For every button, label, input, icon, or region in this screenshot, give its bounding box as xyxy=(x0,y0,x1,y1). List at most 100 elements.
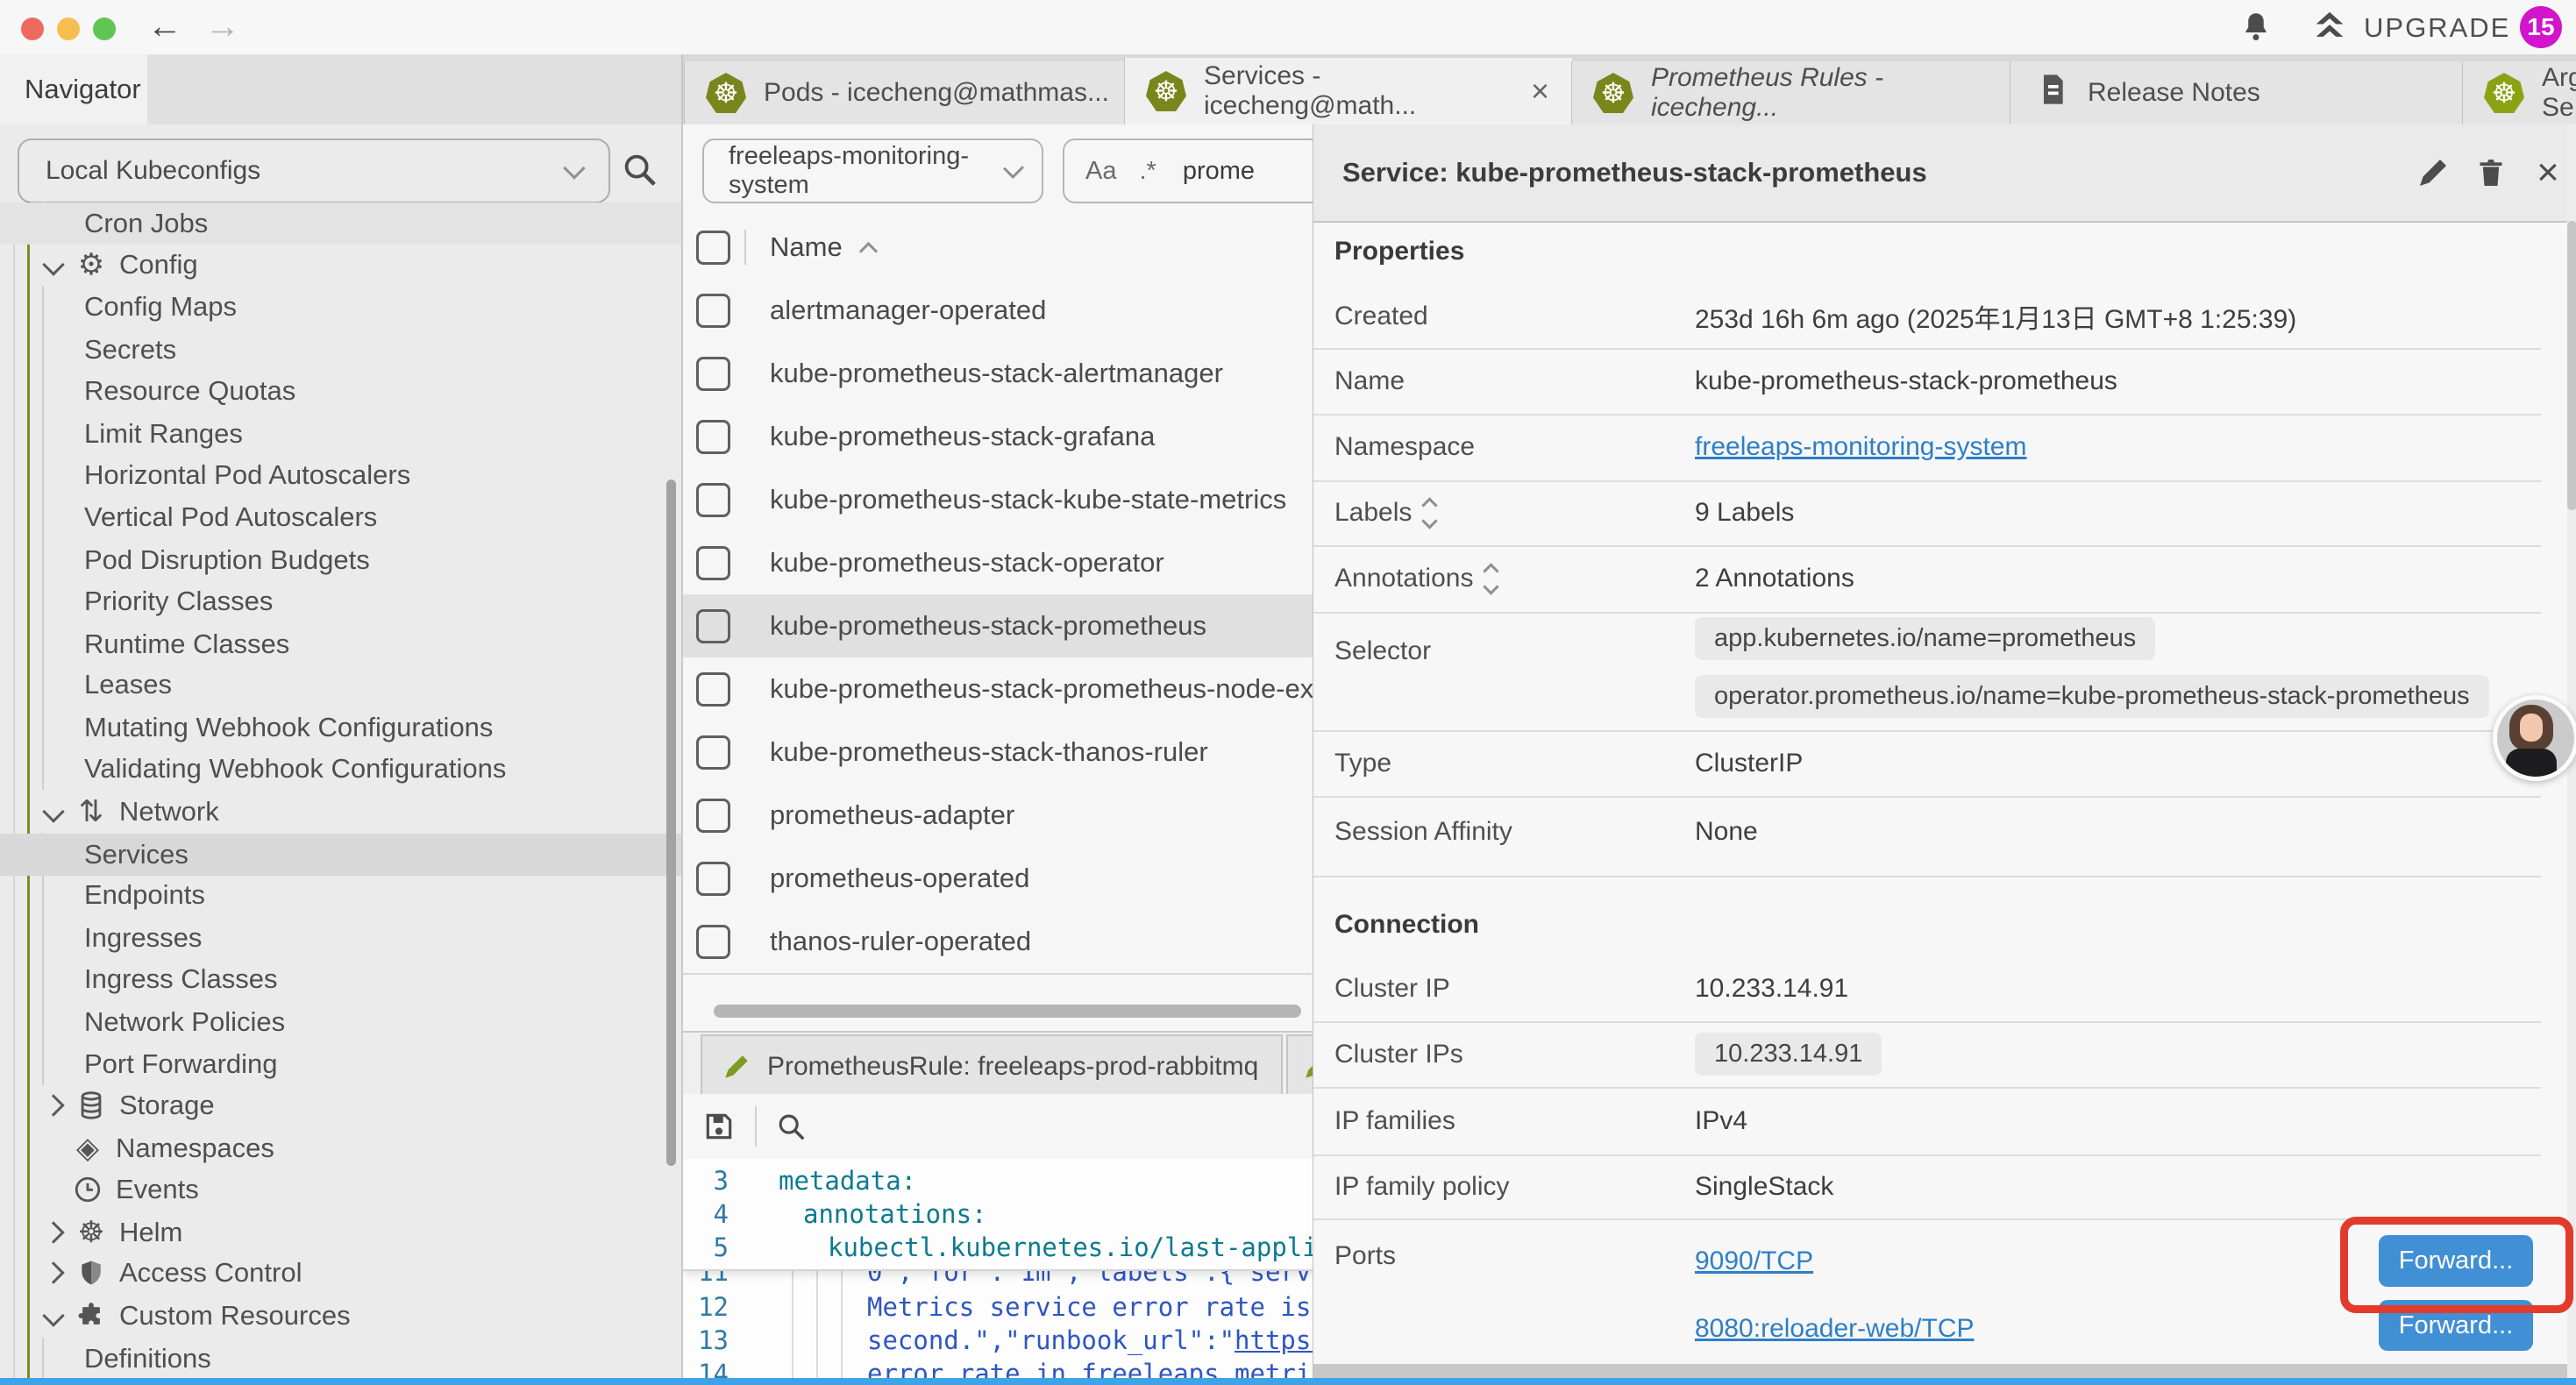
table-row[interactable]: prometheus-adapter xyxy=(683,784,1313,849)
horizontal-scrollbar[interactable] xyxy=(714,1005,1301,1018)
row-checkbox[interactable] xyxy=(696,357,730,391)
back-button[interactable]: ← xyxy=(147,5,182,47)
table-row[interactable]: thanos-ruler-operated xyxy=(683,910,1313,975)
row-checkbox[interactable] xyxy=(696,609,730,643)
name-column-header[interactable]: Name xyxy=(770,231,843,263)
select-all-checkbox[interactable] xyxy=(696,231,730,265)
sidebar-item-limit-ranges[interactable]: Limit Ranges xyxy=(0,413,683,455)
yaml-editor[interactable]: 11 0","for":"1m","labels":{"service":" 3… xyxy=(683,1159,1313,1385)
table-row[interactable]: alertmanager-operated xyxy=(683,279,1313,344)
sidebar-group-custom-resources[interactable]: Custom Resources xyxy=(0,1295,681,1337)
expand-collapse-icon[interactable] xyxy=(1485,565,1497,593)
close-tab-icon[interactable]: × xyxy=(1531,73,1549,110)
search-icon[interactable] xyxy=(774,1110,808,1147)
tab-prometheusrule-editor[interactable]: PrometheusRule: freeleaps-prod-rabbitmq xyxy=(701,1034,1283,1097)
url-link[interactable]: https://net xyxy=(1235,1325,1313,1355)
sidebar-item-mutating-webhook-configurations[interactable]: Mutating Webhook Configurations xyxy=(0,707,683,749)
row-checkbox[interactable] xyxy=(696,546,730,580)
search-query: prome xyxy=(1183,157,1255,186)
sidebar-item-events[interactable]: Events xyxy=(0,1168,683,1211)
edit-pencil-icon[interactable] xyxy=(2411,151,2455,195)
tab-argo[interactable]: ☸ Argo Se xyxy=(2462,61,2576,124)
kubeconfig-selector[interactable]: Local Kubeconfigs xyxy=(18,138,610,203)
forward-button[interactable]: → xyxy=(205,5,240,47)
sidebar-group-storage[interactable]: Storage xyxy=(0,1084,681,1126)
sidebar-group-config[interactable]: ⚙ Config xyxy=(0,244,681,286)
sidebar-item-network-policies[interactable]: Network Policies xyxy=(0,1001,683,1043)
row-checkbox[interactable] xyxy=(696,925,730,959)
row-checkbox[interactable] xyxy=(696,735,730,770)
sidebar-item-leases[interactable]: Leases xyxy=(0,664,683,706)
avatar[interactable] xyxy=(2493,695,2576,781)
port-link-9090[interactable]: 9090/TCP xyxy=(1695,1246,1813,1276)
close-drawer-icon[interactable]: × xyxy=(2526,151,2570,195)
property-row-namespace: Namespace freeleaps-monitoring-system xyxy=(1313,414,2541,482)
sidebar-item-config-maps[interactable]: Config Maps xyxy=(0,286,683,328)
editor-toolbar xyxy=(683,1094,1313,1161)
sidebar-item-ingresses[interactable]: Ingresses xyxy=(0,917,683,959)
sidebar-item-ingress-classes[interactable]: Ingress Classes xyxy=(0,958,683,1000)
connection-heading: Connection xyxy=(1334,910,1479,940)
table-row[interactable]: kube-prometheus-stack-kube-state-metrics xyxy=(683,468,1313,533)
drawer-scrollbar[interactable] xyxy=(2567,221,2576,510)
tab-services[interactable]: ☸ Services - icecheng@math... × xyxy=(1124,58,1572,124)
sidebar-item-cron-jobs[interactable]: Cron Jobs xyxy=(0,202,683,245)
sort-ascending-icon[interactable] xyxy=(859,241,878,259)
sidebar-group-helm[interactable]: ☸ Helm xyxy=(0,1211,681,1254)
sidebar-item-services[interactable]: Services xyxy=(0,834,683,876)
sidebar-item-vertical-pod-autoscalers[interactable]: Vertical Pod Autoscalers xyxy=(0,496,683,538)
sidebar-item-pod-disruption-budgets[interactable]: Pod Disruption Budgets xyxy=(0,539,683,581)
row-checkbox[interactable] xyxy=(696,799,730,833)
table-row[interactable]: prometheus-operated xyxy=(683,847,1313,912)
minimize-window-button[interactable] xyxy=(57,18,80,40)
namespace-link[interactable]: freeleaps-monitoring-system xyxy=(1695,432,2026,461)
sidebar-item-runtime-classes[interactable]: Runtime Classes xyxy=(0,623,683,665)
sidebar-item-namespaces[interactable]: ◈ Namespaces xyxy=(0,1127,683,1169)
search-filter-input[interactable]: Aa .* prome xyxy=(1063,138,1313,203)
storage-cylinder-icon xyxy=(74,1090,109,1120)
tab-navigator[interactable]: Navigator xyxy=(0,54,147,124)
tab-release-notes[interactable]: Release Notes xyxy=(2010,61,2463,124)
row-checkbox[interactable] xyxy=(696,483,730,517)
upgrade-label[interactable]: UPGRADE xyxy=(2364,12,2510,44)
expand-collapse-icon[interactable] xyxy=(1424,500,1435,527)
sidebar-item-definitions[interactable]: Definitions xyxy=(0,1338,683,1380)
upgrade-icon[interactable] xyxy=(2309,7,2350,52)
table-row[interactable]: kube-prometheus-stack-prometheus-node-ex… xyxy=(683,657,1313,722)
sidebar-item-horizontal-pod-autoscalers[interactable]: Horizontal Pod Autoscalers xyxy=(0,454,683,496)
sidebar-item-port-forwarding[interactable]: Port Forwarding xyxy=(0,1043,683,1085)
row-checkbox[interactable] xyxy=(696,420,730,454)
search-icon[interactable] xyxy=(619,149,659,194)
regex-toggle[interactable]: .* xyxy=(1139,157,1156,186)
namespace-selector[interactable]: freeleaps-monitoring-system xyxy=(702,138,1043,203)
table-row[interactable]: kube-prometheus-stack-alertmanager xyxy=(683,342,1313,407)
sidebar-item-endpoints[interactable]: Endpoints xyxy=(0,874,683,916)
sidebar-group-network[interactable]: ⇅ Network xyxy=(0,791,681,833)
sidebar-item-priority-classes[interactable]: Priority Classes xyxy=(0,580,683,622)
drawer-bottom-strip xyxy=(1313,1364,2576,1378)
match-case-toggle[interactable]: Aa xyxy=(1085,157,1116,186)
table-row-selected[interactable]: kube-prometheus-stack-prometheus xyxy=(683,594,1313,659)
sidebar-item-resource-quotas[interactable]: Resource Quotas xyxy=(0,370,683,412)
table-row[interactable]: kube-prometheus-stack-grafana xyxy=(683,405,1313,470)
delete-trash-icon[interactable] xyxy=(2469,151,2513,195)
tab-editor-partial[interactable] xyxy=(1286,1034,1313,1097)
notification-count-badge[interactable]: 15 xyxy=(2520,6,2562,48)
row-checkbox[interactable] xyxy=(696,862,730,896)
sidebar-group-access-control[interactable]: Access Control xyxy=(0,1252,681,1294)
sidebar-item-validating-webhook-configurations[interactable]: Validating Webhook Configurations xyxy=(0,748,683,790)
port-link-8080[interactable]: 8080:reloader-web/TCP xyxy=(1695,1314,1975,1344)
table-row[interactable]: kube-prometheus-stack-thanos-ruler xyxy=(683,721,1313,785)
maximize-window-button[interactable] xyxy=(93,18,116,40)
tab-prometheus-rules[interactable]: ☸ Prometheus Rules - icecheng... xyxy=(1571,61,2010,124)
sidebar-item-secrets[interactable]: Secrets xyxy=(0,329,683,371)
notifications-bell-icon[interactable] xyxy=(2238,9,2274,50)
row-checkbox[interactable] xyxy=(696,672,730,707)
save-icon[interactable] xyxy=(702,1110,736,1147)
table-row[interactable]: kube-prometheus-stack-operator xyxy=(683,531,1313,596)
sidebar-scrollbar[interactable] xyxy=(666,479,676,1166)
tab-pods[interactable]: ☸ Pods - icecheng@mathmas... xyxy=(684,61,1125,124)
row-checkbox[interactable] xyxy=(696,294,730,328)
drawer-title: Service: kube-prometheus-stack-prometheu… xyxy=(1342,157,1927,188)
close-window-button[interactable] xyxy=(21,18,44,40)
